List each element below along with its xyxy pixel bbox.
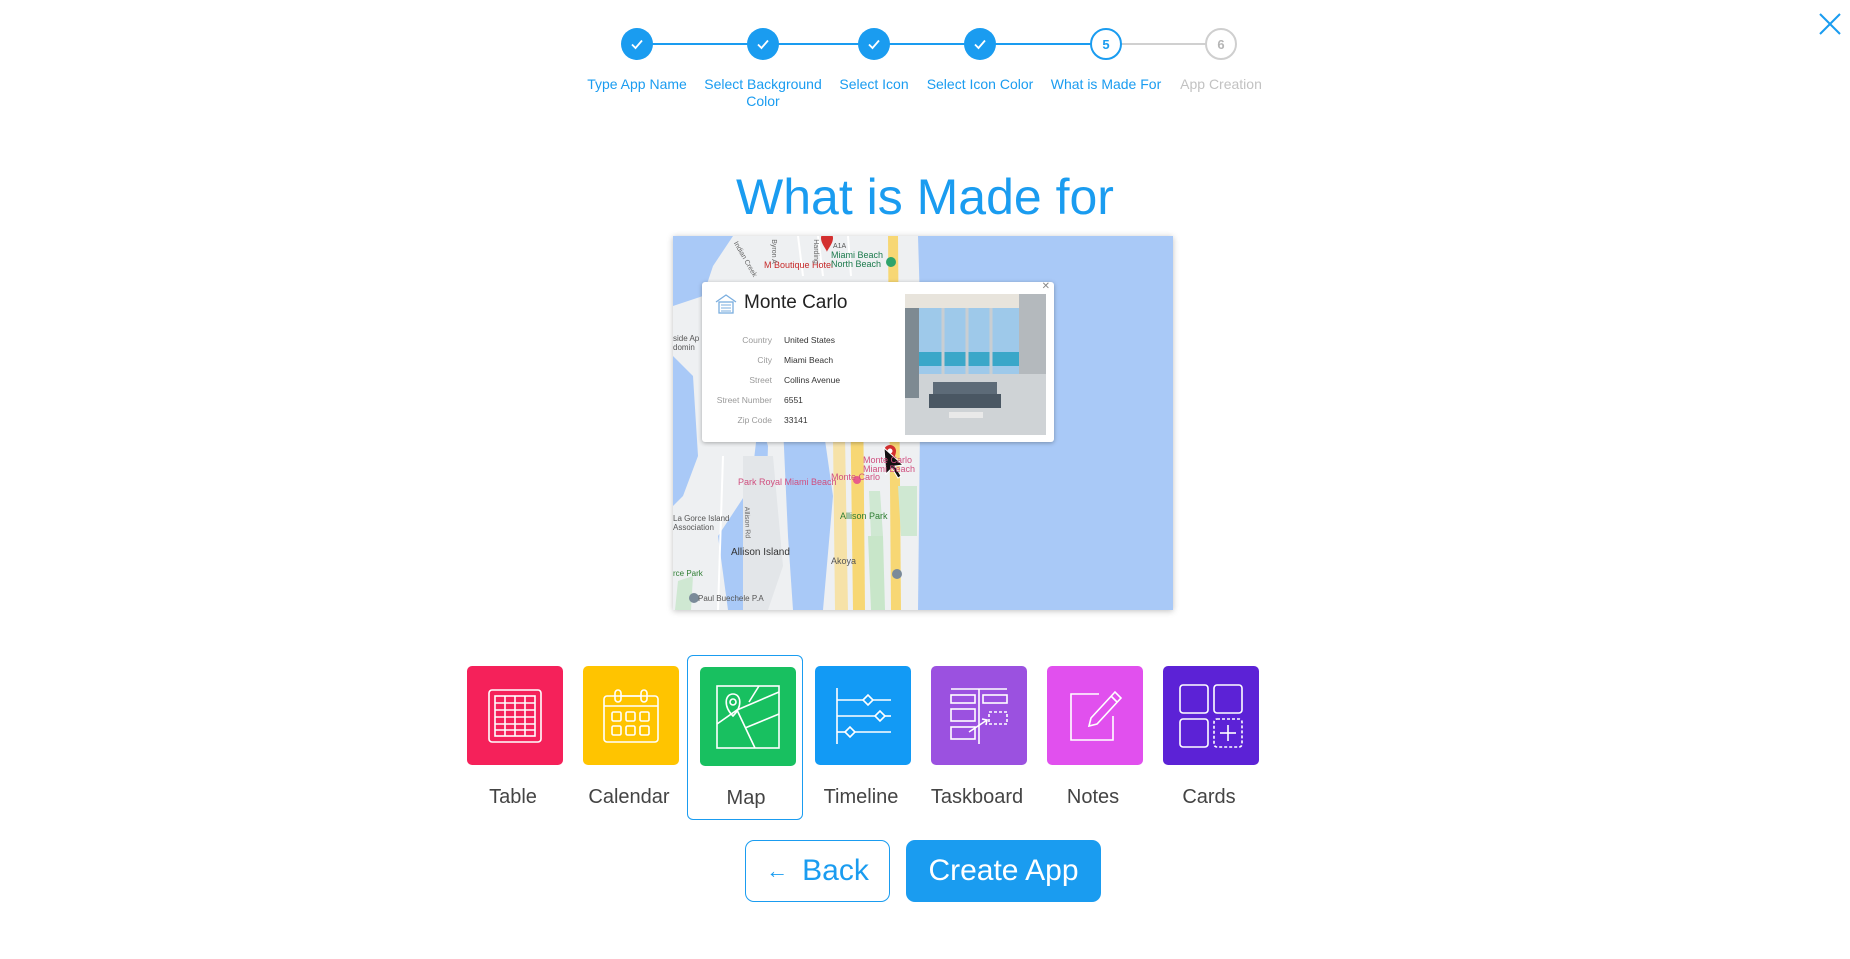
map-icon [716,684,780,749]
app-type-notes[interactable]: Notes [1035,655,1151,820]
app-type-calendar[interactable]: Calendar [571,655,687,820]
check-icon [858,28,890,60]
building-icon [715,294,737,314]
field-key: Street [749,375,772,385]
timeline-icon [836,687,891,744]
map-label: La Gorce Island Association [673,514,730,532]
arrow-left-icon: ← [766,858,789,883]
app-type-table[interactable]: Table [455,655,571,820]
type-label: Taskboard [930,786,1024,808]
step-number: 5 [1090,28,1122,60]
popup-field: City Miami Beach [708,350,898,370]
close-icon [1819,13,1841,35]
map-label: A1A [833,243,847,250]
step-select-icon-color[interactable]: Select Icon Color [910,25,1050,93]
map-label: Allison Island [731,547,790,558]
type-tile [700,667,796,766]
popup-fields: Country United States City Miami Beach Str… [708,330,898,430]
back-button-label: Back [802,854,869,887]
type-label: Table [489,786,537,808]
create-app-button-label: Create App [928,854,1079,887]
app-type-map[interactable]: Map [687,655,803,820]
map-label: Allison Rd [742,506,751,539]
step-label: Select Icon Color [926,76,1034,92]
table-icon [488,688,542,743]
field-key: City [757,355,772,365]
check-icon [964,28,996,60]
field-key: Street Number [716,395,772,405]
map-label: Harding [811,239,819,264]
type-label: Notes [1066,786,1120,808]
map-label: Paul Buechele P.A [698,594,764,603]
page-title: What is Made for [736,169,1114,225]
notes-icon [1070,690,1123,741]
type-tile [467,666,563,765]
map-preview-image: M Boutique Hotel Miami Beach North Beach… [673,236,1173,610]
stepper: Type App Name Select Background Color Se… [580,25,1290,125]
check-icon [747,28,779,60]
map-label: Allison Park [840,511,888,521]
calendar-icon [603,688,659,743]
map-label: rce Park [673,569,703,578]
step-number: 6 [1205,28,1237,60]
popup-field: Street Number 6551 [708,390,898,410]
step-app-creation: 6 App Creation [1151,25,1291,93]
app-type-taskboard[interactable]: Taskboard [919,655,1035,820]
step-type-app-name[interactable]: Type App Name [567,25,707,93]
type-tile [583,666,679,765]
popup-field: Country United States [708,330,898,350]
create-app-button[interactable]: Create App [906,840,1101,902]
map-label: side Ap domin [673,334,700,352]
type-label: Cards [1182,786,1236,808]
field-value: Collins Avenue [784,375,841,385]
field-key: Zip Code [737,415,773,425]
app-type-cards[interactable]: Cards [1151,655,1267,820]
field-key: Country [742,335,772,345]
map-label: Park Royal Miami Beach [738,477,837,487]
popup-title: Monte Carlo [744,292,848,313]
step-label: App Creation [1180,76,1262,92]
map-label: Akoya [831,556,857,566]
map-label: Monte Carlo [831,472,881,482]
taskboard-icon [950,687,1008,744]
type-tile [815,666,911,765]
cards-icon [1179,683,1243,748]
popup-field: Zip Code 33141 [708,410,898,430]
close-icon: ✕ [1041,281,1050,292]
check-icon [621,28,653,60]
field-value: 6551 [784,395,803,405]
popup-field: Street Collins Avenue [708,370,898,390]
type-label: Map [726,787,766,809]
field-value: United States [784,335,836,345]
type-tile [1163,666,1259,765]
app-type-timeline[interactable]: Timeline [803,655,919,820]
back-button[interactable]: ← Back [745,840,890,902]
map-label: Byron A [769,239,777,264]
apartment-photo [905,294,1046,435]
info-popup: ✕ Monte Carlo Country United States City M… [702,281,1054,442]
type-label: Calendar [588,786,670,808]
map-label: Miami Beach North Beach [831,250,884,269]
field-value: 33141 [784,415,808,425]
close-button[interactable] [1816,10,1844,38]
app-type-options: Table Calendar Map Timeline Taskboard No… [455,655,1405,820]
type-label: Timeline [823,786,899,808]
type-tile [1047,666,1143,765]
step-label: Type App Name [587,76,687,92]
type-tile [931,666,1027,765]
field-value: Miami Beach [784,355,834,365]
